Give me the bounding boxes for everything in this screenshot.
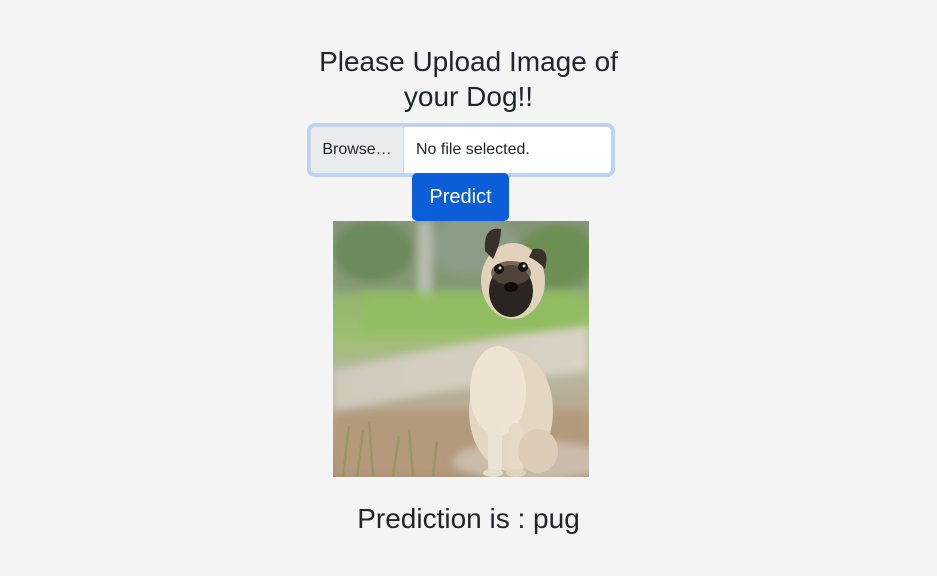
page-title: Please Upload Image of your Dog!! — [0, 44, 937, 114]
browse-button[interactable]: Browse… — [311, 127, 404, 173]
pug-image — [333, 221, 589, 477]
dog-photo — [333, 221, 589, 477]
page: Please Upload Image of your Dog!! Browse… — [0, 0, 937, 576]
file-status-text: No file selected. — [416, 141, 530, 158]
predict-button[interactable]: Predict — [412, 173, 509, 221]
page-title-line-2: your Dog!! — [403, 81, 534, 112]
prediction-result: Prediction is : pug — [357, 503, 580, 534]
page-title-line-1: Please Upload Image of — [319, 46, 618, 77]
file-upload-input[interactable]: Browse… No file selected. — [310, 126, 612, 174]
